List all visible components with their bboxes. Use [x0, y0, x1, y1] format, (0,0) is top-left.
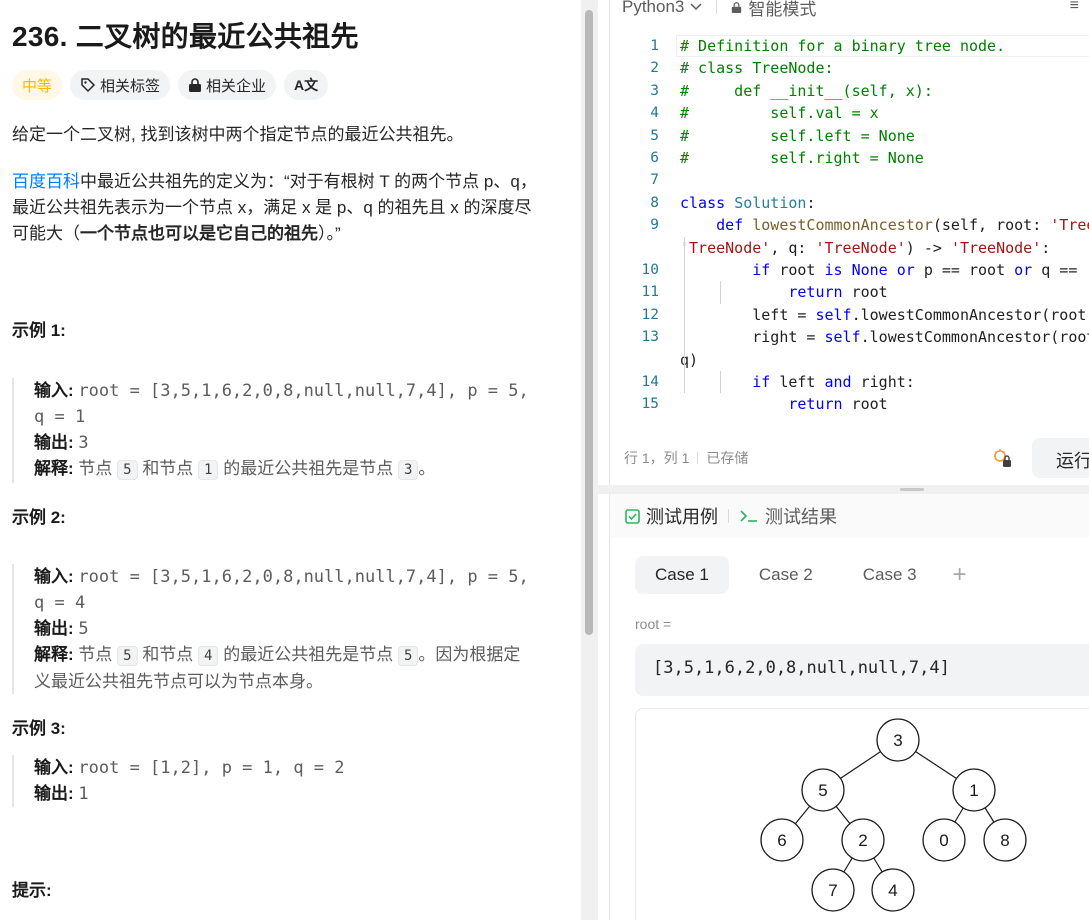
line-number: 5 — [650, 127, 659, 144]
line-number: 9 — [650, 217, 659, 234]
baidu-baike-link[interactable]: 百度百科 — [12, 172, 80, 191]
code-text: if root is None or p == root or q == roo… — [752, 261, 1089, 279]
splitter-grip[interactable] — [900, 488, 924, 491]
line-number: 1 — [650, 38, 659, 54]
tree-node-label: 5 — [818, 781, 827, 800]
code-text: # Definition for a binary tree node. — [680, 37, 1006, 55]
editor-status-bar: 行 1，列 1 已存储 — [624, 448, 748, 468]
tree-node-label: 7 — [828, 881, 837, 900]
line-number: 7 — [650, 172, 659, 189]
example-1-heading: 示例 1: — [12, 321, 66, 340]
line-number: 14 — [641, 374, 659, 390]
example-3-heading: 示例 3: — [12, 719, 66, 738]
topics-tag-button[interactable]: 相关标签 — [70, 70, 171, 100]
code-text: # class TreeNode: — [680, 59, 834, 78]
lock-icon — [732, 1, 742, 13]
tree-node-label: 3 — [893, 731, 902, 750]
line-number: 4 — [650, 105, 659, 122]
companies-tag-button[interactable]: 相关企业 — [178, 70, 277, 100]
case-tabs: Case 1 Case 2 Case 3 + — [635, 556, 967, 594]
code-text: return root — [788, 395, 888, 414]
translate-icon: A文 — [294, 77, 319, 93]
line-number: 6 — [650, 150, 659, 166]
code-text: def lowestCommonAncestor(self, root: 'Tr… — [716, 216, 1089, 235]
indent-guide — [684, 236, 685, 394]
tree-node-label: 2 — [858, 831, 867, 850]
save-status: 已存储 — [706, 450, 749, 466]
code-text: # self.val = x — [680, 104, 879, 123]
code-text: return root — [788, 283, 888, 302]
code-text: class Solution: — [680, 193, 816, 212]
tab-test-results[interactable]: 测试结果 — [739, 503, 837, 529]
tag-icon — [81, 78, 96, 93]
code-editor-panel: Python3 智能模式 ≡ 1 # Definition for a binar… — [609, 0, 1089, 485]
chevron-down-icon — [690, 3, 702, 11]
description-scrollbar[interactable] — [585, 10, 593, 635]
problem-statement: 给定一个二叉树, 找到该树中两个指定节点的最近公共祖先。 — [12, 125, 464, 144]
line-number: 15 — [641, 396, 659, 413]
checkbox-icon — [625, 508, 640, 524]
tree-node-label: 4 — [888, 881, 897, 900]
case-3-tab[interactable]: Case 3 — [843, 556, 937, 594]
tag-row: 中等 相关标签 相关企业 A文 — [12, 70, 329, 100]
line-number: 2 — [650, 60, 659, 77]
code-text: q) — [680, 350, 699, 369]
line-number: 12 — [641, 306, 659, 323]
testcase-panel: 测试用例 测试结果 Case 1 Case 2 Case 3 + root = … — [609, 494, 1089, 920]
code-text: right = self.lowestCommonAncestor(root.r… — [680, 328, 1089, 347]
topics-tag-label: 相关标签 — [100, 77, 161, 95]
code-text: # self.right = None — [680, 149, 924, 167]
line-number: 11 — [641, 284, 659, 301]
tree-node-label: 6 — [777, 831, 786, 850]
code-text: if left and right: — [752, 373, 915, 391]
example-2-heading: 示例 2: — [12, 508, 66, 527]
line-number: 13 — [641, 329, 659, 346]
companies-tag-label: 相关企业 — [206, 77, 267, 95]
case-2-tab[interactable]: Case 2 — [739, 556, 833, 594]
translate-button[interactable]: A文 — [284, 70, 329, 100]
root-param-input[interactable]: [3,5,1,6,2,0,8,null,null,7,4] — [635, 644, 1089, 696]
code-text: 'TreeNode', q: 'TreeNode') -> 'TreeNode'… — [680, 238, 1051, 257]
code-text: left = self.lowestCommonAncestor(root.le… — [680, 305, 1089, 324]
line-number: 3 — [650, 82, 659, 99]
line-number: 8 — [650, 194, 659, 211]
indent-guide — [720, 281, 721, 304]
tree-node-label: 0 — [939, 831, 948, 850]
indent-guide — [720, 371, 721, 394]
editor-menu-icon[interactable]: ≡ — [1070, 0, 1079, 15]
definition-paragraph: 百度百科中最近公共祖先的定义为：“对于有根树 T 的两个节点 p、q， 最近公共… — [12, 172, 537, 243]
smart-mode-toggle[interactable]: 智能模式 — [731, 0, 816, 20]
tree-node-label: 1 — [969, 781, 978, 800]
tree-node-label: 8 — [1000, 831, 1009, 850]
editor-toolbar: Python3 智能模式 — [622, 0, 816, 20]
line-number: 10 — [641, 262, 659, 278]
tree-visualization: 3 5 1 6 2 0 8 7 4 — [635, 708, 1089, 920]
debug-bug-icon[interactable] — [991, 447, 1013, 469]
case-1-tab[interactable]: Case 1 — [635, 556, 729, 594]
terminal-icon — [740, 510, 757, 522]
run-button[interactable]: 运行 — [1032, 438, 1089, 478]
root-param-label: root = — [635, 616, 672, 632]
problem-title: 236. 二叉树的最近公共祖先 — [12, 21, 359, 52]
tab-testcases[interactable]: 测试用例 — [625, 503, 718, 529]
code-area[interactable]: 1 # Definition for a binary tree node. 2 # … — [610, 35, 1089, 425]
horizontal-splitter[interactable] — [598, 485, 1089, 494]
example-1-block: 输入: root = [3,5,1,6,2,0,8,null,null,7,4]… — [12, 378, 567, 483]
testcase-tabs: 测试用例 测试结果 — [610, 494, 1089, 538]
hints-heading: 提示: — [12, 881, 52, 900]
problem-description-panel: 236. 二叉树的最近公共祖先 中等 相关标签 相关企业 A文 给定一个二叉树,… — [0, 0, 581, 920]
language-select[interactable]: Python3 — [622, 0, 702, 17]
code-text: # self.left = None — [680, 126, 915, 145]
code-text: # def __init__(self, x): — [680, 81, 933, 100]
example-3-block: 输入: root = [1,2], p = 1, q = 2 输出: 1 — [12, 755, 567, 807]
example-2-block: 输入: root = [3,5,1,6,2,0,8,null,null,7,4]… — [12, 564, 567, 694]
add-case-button[interactable]: + — [953, 561, 967, 589]
difficulty-badge[interactable]: 中等 — [12, 70, 63, 100]
lock-icon — [189, 78, 202, 92]
cursor-position: 行 1，列 1 — [624, 450, 690, 466]
tree-diagram: 3 5 1 6 2 0 8 7 4 — [760, 718, 1027, 912]
